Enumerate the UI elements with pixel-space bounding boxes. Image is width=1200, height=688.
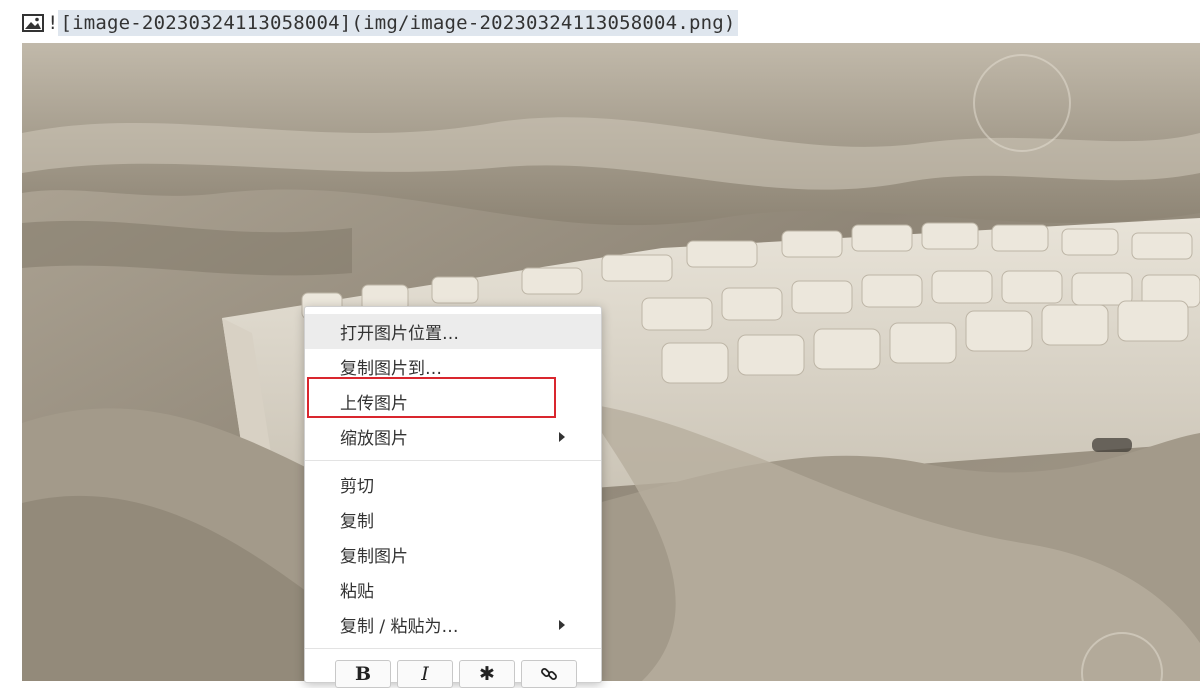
menu-item-label: 粘贴 — [340, 582, 374, 602]
menu-item-label: 复制图片 — [340, 547, 408, 567]
menu-item-zoom-image[interactable]: 缩放图片 — [305, 419, 601, 454]
menu-separator — [305, 648, 601, 649]
markdown-image-source-line[interactable]: ! [image-20230324113058004](img/image-20… — [22, 8, 738, 38]
markdown-image-link-text[interactable]: [image-20230324113058004](img/image-2023… — [58, 10, 738, 36]
markdown-bang: ! — [47, 12, 59, 34]
menu-item-copy-image-to[interactable]: 复制图片到… — [305, 349, 601, 384]
link-icon — [541, 668, 557, 680]
menu-item-label: 复制 / 粘贴为… — [340, 617, 459, 637]
menu-item-copy[interactable]: 复制 — [305, 502, 601, 537]
bold-button[interactable]: B — [335, 660, 391, 688]
menu-item-copy-image[interactable]: 复制图片 — [305, 537, 601, 572]
menu-item-copy-paste-as[interactable]: 复制 / 粘贴为… — [305, 607, 601, 642]
menu-item-label: 剪切 — [340, 477, 374, 497]
menu-item-upload-image[interactable]: 上传图片 — [305, 384, 601, 419]
menu-item-label: 复制图片到… — [340, 359, 442, 379]
submenu-arrow-icon — [559, 619, 565, 630]
submenu-arrow-icon — [559, 431, 565, 442]
keyboard-photo[interactable] — [22, 43, 1200, 681]
menu-item-label: 打开图片位置… — [340, 324, 459, 344]
menu-item-label: 上传图片 — [340, 394, 408, 414]
menu-item-cut[interactable]: 剪切 — [305, 467, 601, 502]
menu-item-open-image-location[interactable]: 打开图片位置… — [305, 314, 601, 349]
italic-button[interactable]: I — [397, 660, 453, 688]
menu-item-label: 复制 — [340, 512, 374, 532]
menu-item-paste[interactable]: 粘贴 — [305, 572, 601, 607]
format-toolbar: B I ✱ — [335, 660, 577, 688]
context-menu: 打开图片位置… 复制图片到… 上传图片 缩放图片 剪切 复制 复制图片 粘贴 复… — [304, 306, 602, 688]
link-button[interactable] — [521, 660, 577, 688]
asterisk-button[interactable]: ✱ — [459, 660, 515, 688]
image-icon — [22, 14, 44, 32]
menu-item-label: 缩放图片 — [340, 429, 408, 449]
keyboard-photo-illustration — [22, 43, 1200, 681]
menu-separator — [305, 460, 601, 461]
